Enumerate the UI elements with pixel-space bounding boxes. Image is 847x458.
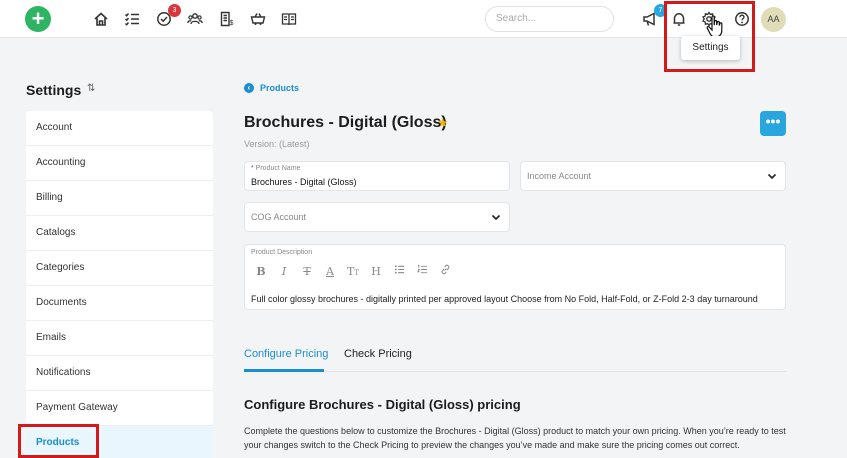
description-label: Product Description [251,249,313,256]
add-button[interactable]: + [25,6,51,32]
font-size-icon[interactable]: TT [347,265,359,278]
svg-text:$: $ [230,20,234,27]
collapse-icon[interactable]: ⇅ [87,83,95,94]
search-input[interactable]: Search... [485,6,614,32]
settings-sidebar: Account Accounting Billing Catalogs Cate… [26,111,213,458]
invoices-icon[interactable]: $ [218,10,236,28]
delivery-icon[interactable] [249,10,267,28]
help-icon[interactable] [733,10,751,28]
sidebar-item-account[interactable]: Account [26,111,213,146]
chevron-down-icon [491,214,501,221]
tasks-badge: 3 [168,4,181,17]
customers-icon[interactable] [186,10,204,28]
back-arrow-icon[interactable]: ‹ [244,83,254,93]
editor-toolbar: B I T A TT H [255,264,451,278]
bell-icon[interactable] [670,10,688,28]
section-title: Configure Brochures - Digital (Gloss) pr… [244,397,521,412]
chevron-down-icon [767,173,777,180]
sidebar-item-categories[interactable]: Categories [26,251,213,286]
income-account-select[interactable]: Income Account [520,161,786,191]
sidebar-item-notifications[interactable]: Notifications [26,356,213,391]
tab-configure-pricing[interactable]: Configure Pricing [244,348,328,360]
link-icon[interactable] [439,264,451,278]
product-name-label: Product Name [255,165,301,172]
tab-check-pricing[interactable]: Check Pricing [344,348,412,360]
sidebar-item-accounting[interactable]: Accounting [26,146,213,181]
sidebar-item-products[interactable]: Products [26,426,213,458]
announcements-badge: 7 [654,4,667,17]
breadcrumb[interactable]: ‹ Products [244,83,299,93]
product-description-editor[interactable]: Product Description B I T A TT H Full co… [244,244,786,310]
breadcrumb-products[interactable]: Products [260,83,299,93]
sidebar-item-payment-gateway[interactable]: Payment Gateway [26,391,213,426]
numbered-list-icon[interactable] [416,264,428,278]
avatar[interactable]: AA [761,7,786,32]
income-account-placeholder: Income Account [527,171,592,181]
task-list-icon[interactable] [123,10,141,28]
home-icon[interactable] [92,10,110,28]
sidebar-item-billing[interactable]: Billing [26,181,213,216]
sidebar-item-documents[interactable]: Documents [26,286,213,321]
tasks-check-icon[interactable]: 3 [155,4,181,28]
italic-icon[interactable]: I [278,265,290,278]
star-icon[interactable]: ★ [437,115,449,131]
announcements-icon[interactable]: 7 [641,4,667,28]
sidebar-item-catalogs[interactable]: Catalogs [26,216,213,251]
heading-icon[interactable]: H [370,265,382,278]
page-title: Brochures - Digital (Gloss) [244,114,447,131]
more-options-button[interactable]: ••• [760,111,786,136]
strikethrough-icon[interactable]: T [301,265,313,278]
cog-account-select[interactable]: COG Account [244,202,510,232]
settings-tooltip: Settings [681,36,740,60]
section-description: Complete the questions below to customiz… [244,426,786,450]
description-text: Full color glossy brochures - digitally … [251,294,758,304]
active-tab-indicator [244,369,324,372]
text-color-icon[interactable]: A [324,265,336,278]
catalog-book-icon[interactable] [280,10,298,28]
bold-icon[interactable]: B [255,265,267,278]
product-name-value: Brochures - Digital (Gloss) [251,177,357,187]
bullet-list-icon[interactable] [393,264,405,278]
pricing-tabs: Configure Pricing Check Pricing [244,342,786,372]
product-name-field[interactable]: * Product Name Brochures - Digital (Glos… [244,161,510,191]
cog-account-placeholder: COG Account [251,212,307,222]
sidebar-title: Settings [26,82,82,98]
sidebar-item-emails[interactable]: Emails [26,321,213,356]
version-label: Version: (Latest) [244,139,310,149]
